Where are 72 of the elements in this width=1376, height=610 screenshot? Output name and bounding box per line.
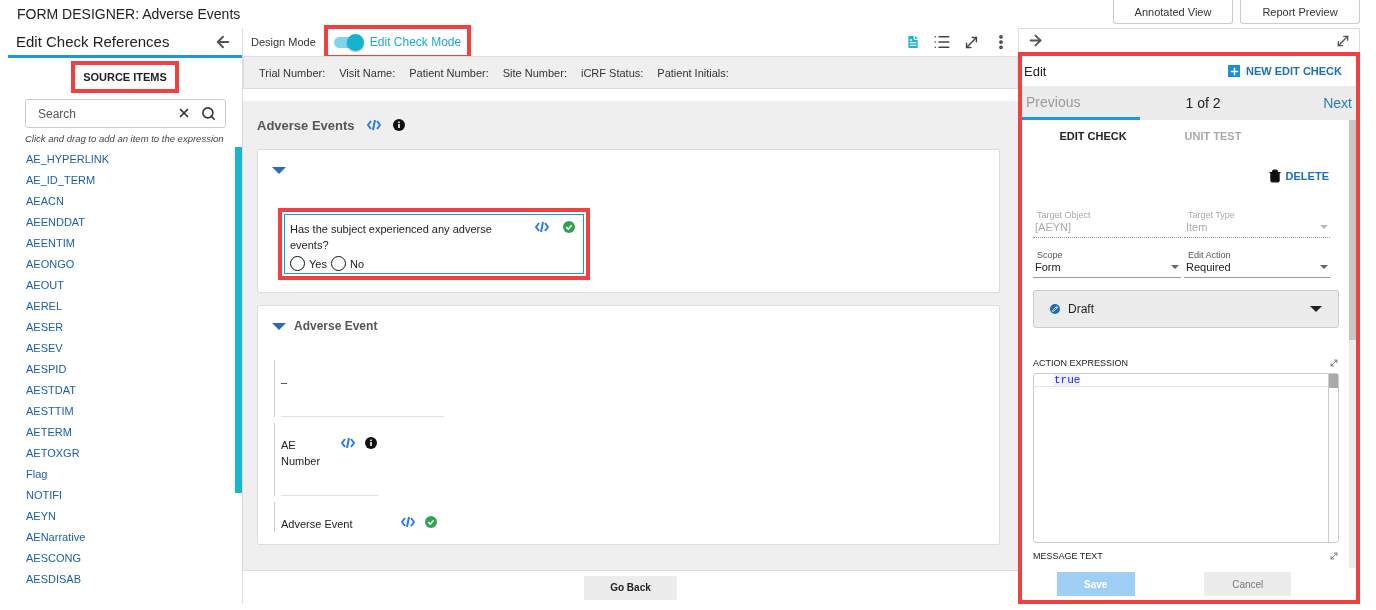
section-label: ACTION EXPRESSION (1033, 358, 1129, 368)
window-title: FORM DESIGNER: Adverse Events (16, 6, 241, 22)
source-item[interactable]: AEACN (26, 191, 235, 212)
info-label: Site Number: (502, 66, 567, 79)
delete-button[interactable]: DELETE (1261, 168, 1335, 184)
select-field[interactable]: Scope Form (1033, 250, 1181, 278)
caret-icon[interactable] (1310, 306, 1322, 312)
field-label: – (281, 375, 289, 390)
source-item[interactable]: AENarrative (26, 527, 235, 548)
source-item[interactable]: AESPID (26, 359, 235, 380)
clear-icon[interactable] (177, 106, 191, 120)
header-button[interactable]: Report Preview (1240, 0, 1360, 24)
source-item[interactable]: AE_ID_TERM (26, 170, 235, 191)
status-dropdown[interactable]: Draft (1033, 290, 1339, 328)
cancel-button[interactable]: Cancel (1204, 572, 1292, 596)
panel-title: Edit (1024, 63, 1047, 79)
list-icon[interactable] (933, 33, 951, 51)
hint-text: Click and drag to add an item to the expression (25, 133, 225, 144)
question-text: Has the subject experienced any adverse events? (290, 222, 493, 253)
search-field[interactable]: Search (25, 99, 226, 128)
trash-icon (1267, 169, 1282, 183)
section-title: Adverse Event (294, 319, 378, 333)
scrollbar[interactable] (235, 147, 242, 493)
source-item[interactable]: AESTTIM (26, 401, 235, 422)
scrollbar[interactable] (1328, 374, 1338, 542)
header-button[interactable]: Annotated View (1113, 0, 1233, 24)
source-item[interactable]: AEREL (26, 296, 235, 317)
go-back-button[interactable]: Go Back (584, 575, 677, 600)
code-icon[interactable] (366, 119, 381, 131)
code-icon[interactable] (401, 516, 415, 528)
source-item[interactable]: AEENTIM (26, 233, 235, 254)
panel-title: Edit Check References (16, 33, 170, 50)
source-item[interactable]: AEONGO (26, 254, 235, 275)
next-button[interactable]: Next (1266, 86, 1356, 120)
plus-icon (1228, 65, 1241, 77)
new-edit-check-button[interactable]: NEW EDIT CHECK (1222, 64, 1348, 78)
code-icon[interactable] (341, 437, 355, 449)
option-label: Yes (309, 257, 327, 270)
section-label: MESSAGE TEXT (1033, 551, 1103, 561)
source-item[interactable]: AEENDDAT (26, 212, 235, 233)
tab[interactable]: EDIT CHECK (1033, 129, 1153, 143)
code-editor[interactable]: true (1033, 373, 1339, 543)
question-card[interactable]: Has the subject experienced any adverse events? Yes No (284, 214, 584, 274)
source-item[interactable]: AE_HYPERLINK (26, 149, 235, 170)
info-label: Patient Initials: (657, 66, 729, 79)
source-item[interactable]: AEOUT (26, 275, 235, 296)
source-item[interactable]: AESER (26, 317, 235, 338)
option-label: No (349, 257, 364, 270)
info-label: Visit Name: (339, 66, 396, 79)
info-label: Patient Number: (409, 66, 489, 79)
forward-arrow-icon[interactable] (1027, 32, 1044, 49)
field-label: AE Number (281, 438, 322, 469)
source-item[interactable]: AETOXGR (26, 443, 235, 464)
info-label: iCRF Status: (580, 66, 644, 79)
code-icon[interactable] (535, 221, 549, 233)
design-mode-label: Design Mode (251, 36, 316, 48)
pencil-icon (1050, 304, 1060, 314)
form-title: Adverse Events (257, 117, 355, 133)
field-label: Adverse Event (281, 517, 354, 532)
source-item[interactable]: AETERM (26, 422, 235, 443)
source-item[interactable]: NOTIFI (26, 485, 235, 506)
search-icon[interactable] (201, 106, 216, 121)
info-label: Trial Number: (259, 66, 326, 79)
select-field[interactable]: Edit Action Required (1184, 250, 1330, 278)
page-position: 1 of 2 (1184, 95, 1222, 111)
source-item[interactable]: AEYN (26, 506, 235, 527)
source-item[interactable]: AESEV (26, 338, 235, 359)
scrollbar[interactable] (1349, 120, 1356, 568)
source-item[interactable]: AESTDAT (26, 380, 235, 401)
source-item[interactable]: AESDISAB (26, 569, 235, 590)
source-item[interactable]: Flag (26, 464, 235, 485)
source-item[interactable]: AESCONG (26, 548, 235, 569)
